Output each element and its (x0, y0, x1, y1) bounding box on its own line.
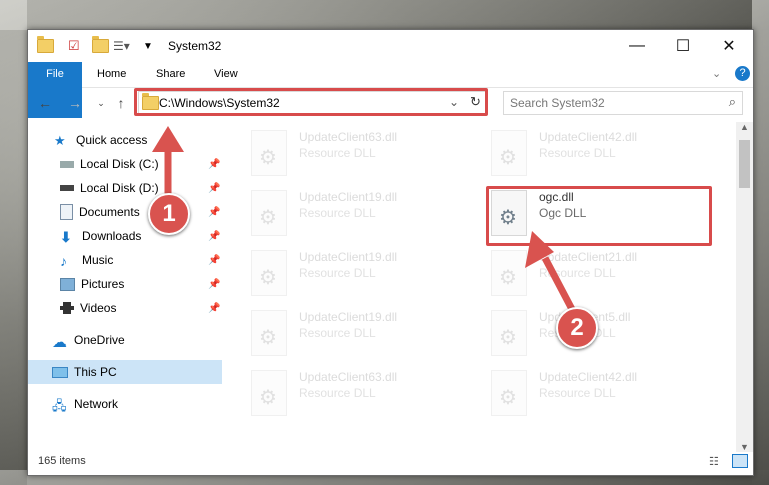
arrow-1-head (152, 126, 184, 152)
step-badge-1: 1 (148, 193, 190, 235)
arrow-2-shaft (541, 256, 579, 317)
annotation-arrows (152, 126, 579, 317)
step-badge-2: 2 (556, 307, 598, 349)
